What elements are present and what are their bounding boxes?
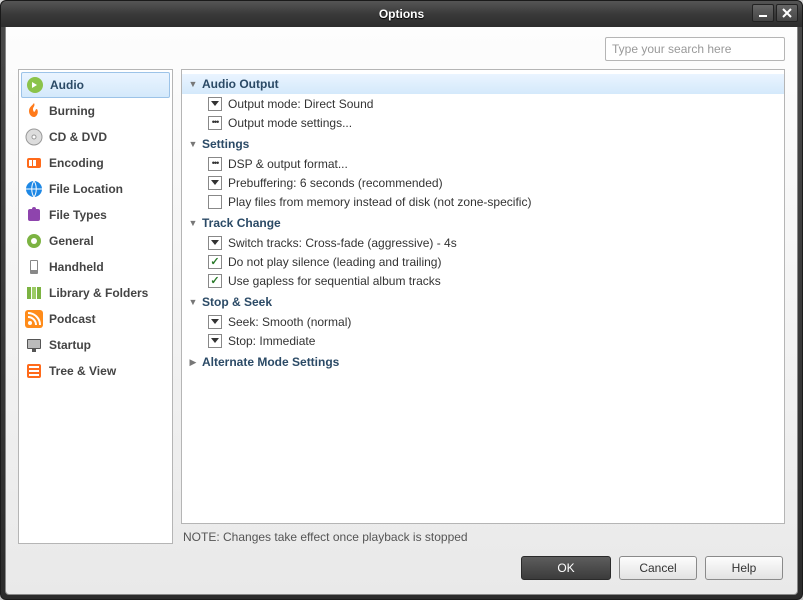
more-icon: ••• <box>208 157 222 171</box>
audio-icon <box>26 76 44 94</box>
dropdown-icon <box>208 315 222 329</box>
expand-icon: ▶ <box>188 357 198 368</box>
sidebar-item-library-folders[interactable]: Library & Folders <box>21 280 170 306</box>
more-icon: ••• <box>208 116 222 130</box>
dropdown-icon <box>208 176 222 190</box>
puzzle-icon <box>25 206 43 224</box>
sidebar-item-tree-view[interactable]: Tree & View <box>21 358 170 384</box>
sidebar-item-audio[interactable]: Audio <box>21 72 170 98</box>
minimize-button[interactable] <box>752 4 774 22</box>
option-switch-tracks[interactable]: Switch tracks: Cross-fade (aggressive) -… <box>182 233 784 252</box>
collapse-icon: ▼ <box>188 79 198 89</box>
sidebar-item-file-location[interactable]: File Location <box>21 176 170 202</box>
group-settings[interactable]: ▼ Settings <box>182 134 784 154</box>
option-seek[interactable]: Seek: Smooth (normal) <box>182 312 784 331</box>
checkbox-checked-icon <box>208 274 222 288</box>
library-icon <box>25 284 43 302</box>
sidebar-item-encoding[interactable]: Encoding <box>21 150 170 176</box>
ok-button[interactable]: OK <box>521 556 611 580</box>
group-audio-output[interactable]: ▼ Audio Output <box>182 74 784 94</box>
sidebar-item-file-types[interactable]: File Types <box>21 202 170 228</box>
options-tree: ▼ Audio Output Output mode: Direct Sound… <box>181 69 785 524</box>
sidebar-item-general[interactable]: General <box>21 228 170 254</box>
sidebar-item-cd-dvd[interactable]: CD & DVD <box>21 124 170 150</box>
dropdown-icon <box>208 236 222 250</box>
checkbox-checked-icon <box>208 255 222 269</box>
client-area: Audio Burning CD & DVD Encoding File Loc… <box>5 27 798 595</box>
option-play-from-memory[interactable]: Play files from memory instead of disk (… <box>182 192 784 211</box>
option-output-mode-settings[interactable]: ••• Output mode settings... <box>182 113 784 132</box>
globe-icon <box>25 180 43 198</box>
sidebar-item-podcast[interactable]: Podcast <box>21 306 170 332</box>
option-stop[interactable]: Stop: Immediate <box>182 331 784 350</box>
collapse-icon: ▼ <box>188 297 198 307</box>
encoding-icon <box>25 154 43 172</box>
collapse-icon: ▼ <box>188 218 198 228</box>
help-button[interactable]: Help <box>705 556 783 580</box>
rss-icon <box>25 310 43 328</box>
group-track-change[interactable]: ▼ Track Change <box>182 213 784 233</box>
dialog-buttons: OK Cancel Help <box>18 544 785 584</box>
checkbox-icon <box>208 195 222 209</box>
handheld-icon <box>25 258 43 276</box>
option-prebuffering[interactable]: Prebuffering: 6 seconds (recommended) <box>182 173 784 192</box>
option-gapless[interactable]: Use gapless for sequential album tracks <box>182 271 784 290</box>
dropdown-icon <box>208 97 222 111</box>
gear-icon <box>25 232 43 250</box>
category-sidebar: Audio Burning CD & DVD Encoding File Loc… <box>18 69 173 544</box>
search-input[interactable] <box>605 37 785 61</box>
sidebar-item-startup[interactable]: Startup <box>21 332 170 358</box>
option-no-silence[interactable]: Do not play silence (leading and trailin… <box>182 252 784 271</box>
option-dsp[interactable]: ••• DSP & output format... <box>182 154 784 173</box>
titlebar[interactable]: Options <box>1 1 802 27</box>
tree-icon <box>25 362 43 380</box>
options-window: Options Audio Burning CD & DVD <box>0 0 803 600</box>
window-buttons <box>752 4 798 22</box>
disc-icon <box>25 128 43 146</box>
close-button[interactable] <box>776 4 798 22</box>
group-alternate-mode[interactable]: ▶ Alternate Mode Settings <box>182 352 784 372</box>
note-text: NOTE: Changes take effect once playback … <box>181 524 785 544</box>
cancel-button[interactable]: Cancel <box>619 556 697 580</box>
sidebar-item-burning[interactable]: Burning <box>21 98 170 124</box>
sidebar-item-handheld[interactable]: Handheld <box>21 254 170 280</box>
collapse-icon: ▼ <box>188 139 198 149</box>
burning-icon <box>25 102 43 120</box>
option-output-mode[interactable]: Output mode: Direct Sound <box>182 94 784 113</box>
group-stop-seek[interactable]: ▼ Stop & Seek <box>182 292 784 312</box>
monitor-icon <box>25 336 43 354</box>
window-title: Options <box>379 7 424 21</box>
dropdown-icon <box>208 334 222 348</box>
